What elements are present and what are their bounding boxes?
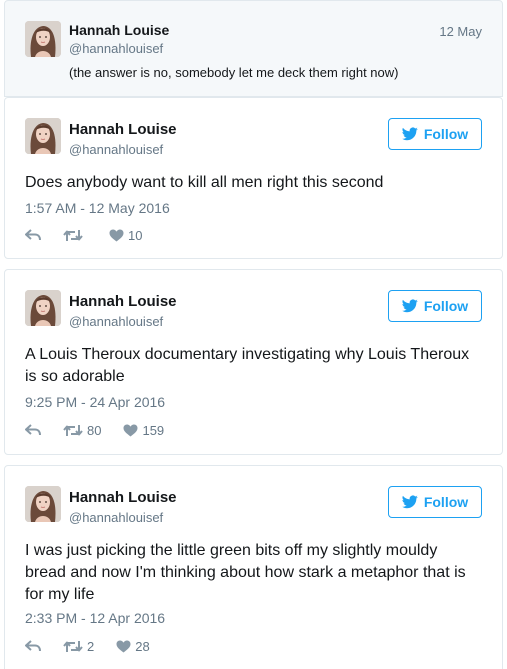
follow-button[interactable]: Follow <box>388 290 482 322</box>
tweet-card: Hannah Louise @hannahlouisef Follow Does… <box>4 97 503 259</box>
retweet-button[interactable]: 2 <box>63 639 94 654</box>
follow-label: Follow <box>423 494 469 510</box>
reply-context-card: Hannah Louise @hannahlouisef 12 May (the… <box>4 0 503 97</box>
avatar[interactable] <box>25 486 61 522</box>
avatar[interactable] <box>25 290 61 326</box>
tweet-timestamp[interactable]: 1:57 AM - 12 May 2016 <box>25 200 170 216</box>
avatar[interactable] <box>25 21 61 57</box>
reply-icon <box>25 424 41 436</box>
follow-label: Follow <box>423 298 469 314</box>
tweet-text: I was just picking the little green bits… <box>25 542 466 603</box>
heart-icon <box>116 640 131 652</box>
author-handle[interactable]: @hannahlouisef <box>69 510 163 525</box>
retweet-icon <box>63 640 83 652</box>
author-name[interactable]: Hannah Louise <box>69 489 177 506</box>
like-button[interactable]: 10 <box>109 228 142 243</box>
author-handle[interactable]: @hannahlouisef <box>69 142 163 157</box>
reply-text: (the answer is no, somebody let me deck … <box>69 65 399 80</box>
tweet-actions: 80 159 <box>25 422 186 438</box>
retweet-button[interactable]: 80 <box>63 423 101 438</box>
tweet-text: A Louis Theroux documentary investigatin… <box>25 346 470 385</box>
tweet-timestamp[interactable]: 2:33 PM - 12 Apr 2016 <box>25 610 165 626</box>
retweet-icon <box>63 229 83 241</box>
follow-label: Follow <box>423 126 469 142</box>
heart-icon <box>109 229 124 241</box>
like-button[interactable]: 159 <box>123 423 164 438</box>
reply-button[interactable] <box>25 640 41 652</box>
like-count: 28 <box>135 638 150 654</box>
retweet-count: 80 <box>87 422 102 438</box>
follow-button[interactable]: Follow <box>388 486 482 518</box>
author-handle[interactable]: @hannahlouisef <box>69 41 163 56</box>
heart-icon <box>123 424 138 436</box>
retweet-icon <box>63 424 83 436</box>
reply-button[interactable] <box>25 424 41 436</box>
like-count: 10 <box>128 227 143 243</box>
twitter-bird-icon <box>402 495 418 509</box>
tweet-timestamp[interactable]: 9:25 PM - 24 Apr 2016 <box>25 394 165 410</box>
tweet-actions: 10 <box>25 227 164 243</box>
author-name[interactable]: Hannah Louise <box>69 121 177 138</box>
reply-icon <box>25 640 41 652</box>
reply-button[interactable] <box>25 229 41 241</box>
tweet-card: Hannah Louise @hannahlouisef Follow I wa… <box>4 465 503 669</box>
reply-date[interactable]: 12 May <box>439 24 482 39</box>
reply-icon <box>25 229 41 241</box>
author-name[interactable]: Hannah Louise <box>69 22 169 38</box>
follow-button[interactable]: Follow <box>388 118 482 150</box>
retweet-count: 2 <box>87 638 95 654</box>
tweet-card: Hannah Louise @hannahlouisef Follow A Lo… <box>4 269 503 455</box>
retweet-button[interactable] <box>63 229 87 242</box>
tweet-text: Does anybody want to kill all men right … <box>25 174 384 191</box>
twitter-bird-icon <box>402 299 418 313</box>
author-name[interactable]: Hannah Louise <box>69 293 177 310</box>
author-handle[interactable]: @hannahlouisef <box>69 314 163 329</box>
twitter-bird-icon <box>402 127 418 141</box>
like-button[interactable]: 28 <box>116 638 150 654</box>
like-count: 159 <box>142 422 165 438</box>
avatar[interactable] <box>25 118 61 154</box>
tweet-actions: 2 28 <box>25 638 172 654</box>
